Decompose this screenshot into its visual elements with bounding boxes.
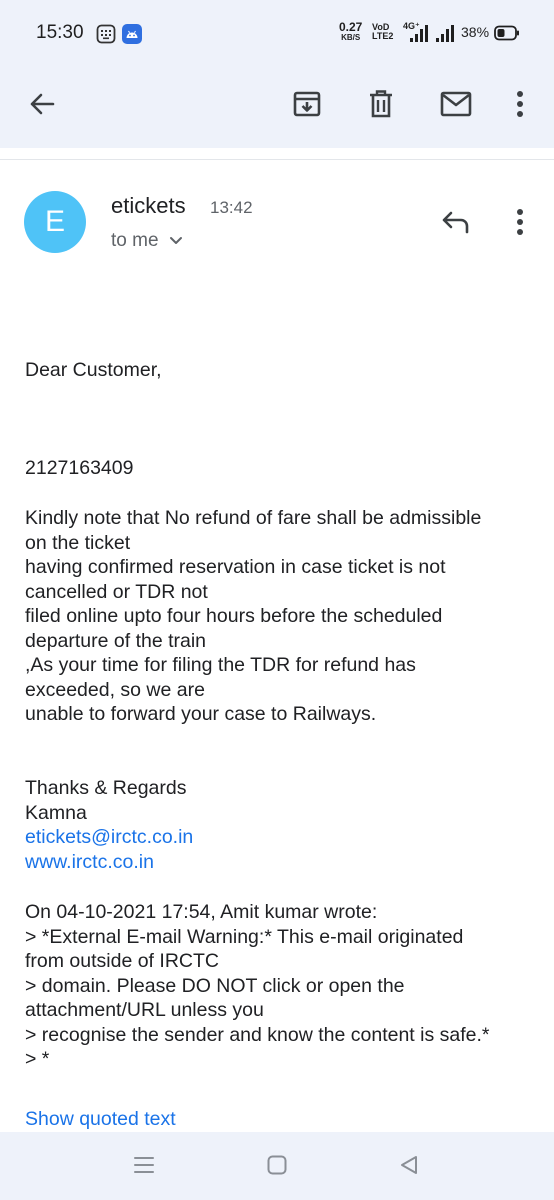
back-triangle-icon <box>401 1156 417 1174</box>
message-greeting: Dear Customer, <box>25 359 162 381</box>
system-back-button[interactable] <box>392 1150 426 1180</box>
status-bar: 15:30 0.27 KB/S VoD LTE2 4G⁺ 38% <box>0 0 554 66</box>
volte-indicator: VoD LTE2 <box>372 22 394 41</box>
recipient-label: to me <box>111 230 159 251</box>
more-options-button[interactable] <box>496 80 544 128</box>
more-vertical-icon <box>517 91 523 117</box>
quote-line: On 04-10-2021 17:54, Amit kumar wrote: <box>25 901 378 923</box>
archive-button[interactable] <box>283 80 331 128</box>
battery-icon <box>494 25 520 45</box>
delete-button[interactable] <box>357 80 405 128</box>
quote-line: from outside of IRCTC <box>25 950 219 972</box>
message-signature: Thanks & Regards Kamna etickets@irctc.co… <box>25 776 535 874</box>
more-vertical-icon <box>517 209 523 235</box>
back-button[interactable] <box>18 80 66 128</box>
quote-line: > *External E-mail Warning:* This e-mail… <box>25 925 464 948</box>
signoff: Thanks & Regards <box>25 777 187 799</box>
recents-button[interactable] <box>127 1150 161 1180</box>
paragraph-line: ,As your time for filing the TDR for ref… <box>25 654 416 676</box>
app-toolbar <box>0 66 554 148</box>
signal-icon-2 <box>434 25 458 45</box>
screenshot-icon <box>96 24 118 44</box>
reply-icon <box>442 211 469 234</box>
archive-icon <box>293 91 321 117</box>
quote-line: > * <box>25 1048 50 1070</box>
website-link[interactable]: www.irctc.co.in <box>25 850 535 875</box>
email-link[interactable]: etickets@irctc.co.in <box>25 825 535 850</box>
quote-line: > domain. Please DO NOT click or open th… <box>25 974 405 997</box>
quote-line: attachment/URL unless you <box>25 999 264 1021</box>
reply-button[interactable] <box>434 200 478 244</box>
mail-icon <box>440 91 472 117</box>
show-quoted-text-link[interactable]: Show quoted text <box>25 1108 176 1131</box>
system-nav-bar <box>0 1132 554 1200</box>
signal-icon <box>404 25 428 45</box>
paragraph-line: exceeded, so we are <box>25 678 205 701</box>
trash-icon <box>370 90 392 118</box>
mark-unread-button[interactable] <box>432 80 480 128</box>
network-speed: 0.27 KB/S <box>339 20 363 42</box>
paragraph-line: Kindly note that No refund of fare shall… <box>25 507 482 529</box>
email-screen: 15:30 0.27 KB/S VoD LTE2 4G⁺ 38% E etick… <box>0 0 554 1200</box>
paragraph-line: on the ticket <box>25 531 131 554</box>
paragraph-line: having confirmed reservation in case tic… <box>25 556 446 578</box>
recipient-details-toggle[interactable]: to me <box>111 230 183 252</box>
recents-icon <box>134 1157 154 1173</box>
message-paragraph: Kindly note that No refund of fare shall… <box>25 506 535 727</box>
header-divider <box>0 159 554 160</box>
quoted-message: On 04-10-2021 17:54, Amit kumar wrote: >… <box>25 900 535 1072</box>
paragraph-line: cancelled or TDR not <box>25 580 208 603</box>
message-time: 13:42 <box>210 198 253 217</box>
android-icon <box>122 24 144 44</box>
arrow-left-icon <box>30 93 55 115</box>
ticket-number: 2127163409 <box>25 457 134 479</box>
quote-line: > recognise the sender and know the cont… <box>25 1023 490 1046</box>
home-button[interactable] <box>260 1150 294 1180</box>
sender-name: etickets <box>111 193 186 218</box>
home-icon <box>267 1155 287 1175</box>
paragraph-line: filed online upto four hours before the … <box>25 605 443 627</box>
paragraph-line: departure of the train <box>25 629 207 652</box>
signer-name: Kamna <box>25 801 87 824</box>
paragraph-line: unable to forward your case to Railways. <box>25 703 377 725</box>
message-more-button[interactable] <box>498 200 542 244</box>
battery-percentage: 38% <box>461 24 490 40</box>
network-speed-unit: KB/S <box>341 33 361 42</box>
status-time: 15:30 <box>36 22 84 43</box>
avatar[interactable]: E <box>24 191 86 253</box>
chevron-down-icon <box>169 237 182 244</box>
